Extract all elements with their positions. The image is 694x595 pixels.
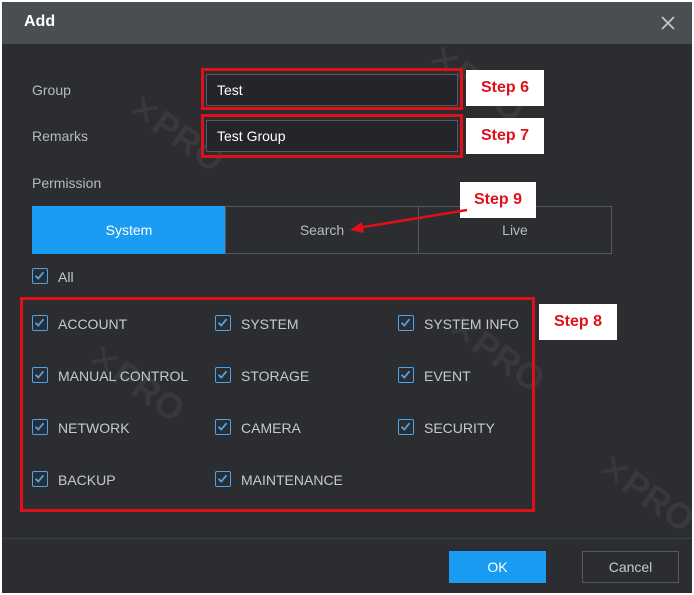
remarks-label: Remarks <box>32 128 89 144</box>
permission-label: ACCOUNT <box>58 316 128 332</box>
check-icon <box>217 370 228 379</box>
permission-checkbox[interactable] <box>398 315 414 331</box>
check-icon <box>400 422 411 431</box>
step-9-arrow-icon <box>350 208 468 233</box>
permission-label: MANUAL CONTROL <box>58 368 189 384</box>
permission-checkbox[interactable] <box>215 315 231 331</box>
permission-label: SECURITY <box>424 420 495 436</box>
tab-system[interactable]: System <box>32 206 226 254</box>
permission-checkbox[interactable] <box>32 367 48 383</box>
group-input[interactable] <box>206 74 458 106</box>
cancel-button[interactable]: Cancel <box>582 551 679 583</box>
all-checkbox[interactable] <box>32 268 48 284</box>
permission-checkbox[interactable] <box>215 419 231 435</box>
ok-button[interactable]: OK <box>449 551 546 583</box>
step-6-callout: Step 6 <box>466 70 544 106</box>
permission-label: STORAGE <box>241 368 310 384</box>
check-icon <box>34 474 45 483</box>
check-icon <box>400 370 411 379</box>
permission-label: Permission <box>32 175 102 191</box>
permission-label: SYSTEM <box>241 316 299 332</box>
footer-divider <box>2 538 692 539</box>
permission-label: SYSTEM INFO <box>424 316 519 332</box>
tab-search-label: Search <box>299 222 345 238</box>
dialog-titlebar: Add <box>2 2 692 44</box>
permission-checkbox[interactable] <box>215 367 231 383</box>
permission-label: EVENT <box>424 368 471 384</box>
permission-label: NETWORK <box>58 420 130 436</box>
permission-checkbox[interactable] <box>215 471 231 487</box>
dialog-title: Add <box>24 13 56 30</box>
tab-live-label: Live <box>502 222 528 238</box>
permission-checkbox[interactable] <box>32 471 48 487</box>
close-icon[interactable] <box>659 14 677 32</box>
check-icon <box>217 422 228 431</box>
permission-checkbox[interactable] <box>398 419 414 435</box>
check-icon <box>34 318 45 327</box>
check-icon <box>34 422 45 431</box>
remarks-input[interactable] <box>206 120 458 152</box>
check-icon <box>34 271 45 280</box>
group-label: Group <box>32 82 71 98</box>
check-icon <box>400 318 411 327</box>
permission-label: MAINTENANCE <box>241 472 343 488</box>
step-8-callout: Step 8 <box>539 304 617 340</box>
permission-label: BACKUP <box>58 472 116 488</box>
watermark: ✕PRO <box>590 444 692 541</box>
permission-checkbox[interactable] <box>398 367 414 383</box>
check-icon <box>217 318 228 327</box>
permission-label: CAMERA <box>241 420 301 436</box>
permission-checkbox[interactable] <box>32 315 48 331</box>
all-label: All <box>58 269 74 285</box>
permission-checkbox[interactable] <box>32 419 48 435</box>
check-icon <box>217 474 228 483</box>
step-7-callout: Step 7 <box>466 118 544 154</box>
add-dialog: ✕PRO ✕PRO ✕PRO ✕PRO ✕PRO Add Group Step … <box>2 2 692 593</box>
tab-system-label: System <box>105 222 153 238</box>
check-icon <box>34 370 45 379</box>
